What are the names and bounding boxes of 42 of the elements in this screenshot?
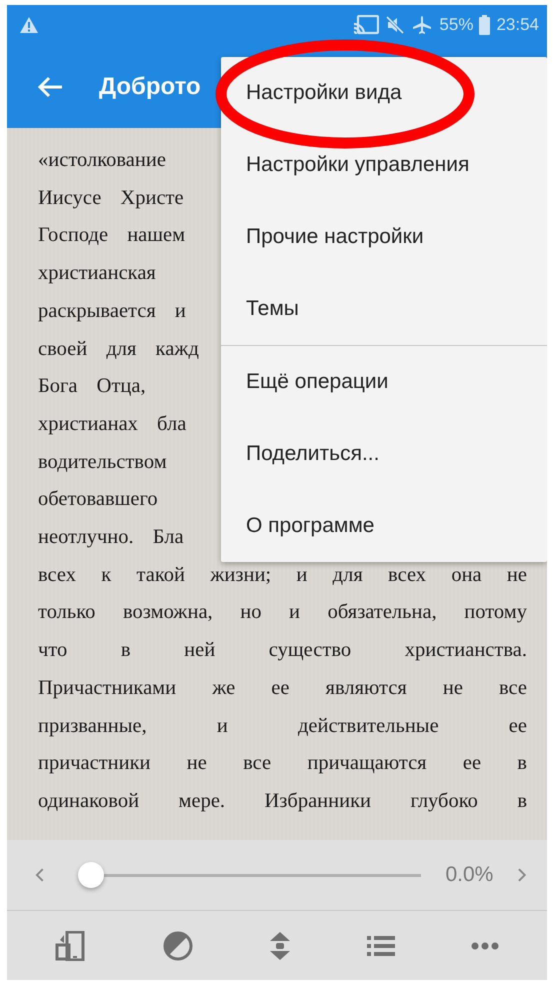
text-line: Господе нашем bbox=[38, 223, 186, 248]
text-line: «истолкование bbox=[38, 148, 166, 173]
contrast-icon[interactable] bbox=[163, 930, 193, 960]
text-line: раскрывается и bbox=[38, 298, 186, 324]
more-icon[interactable] bbox=[471, 942, 499, 950]
previous-chevron-icon[interactable] bbox=[35, 867, 45, 883]
text-line: христианская bbox=[38, 261, 156, 286]
cast-icon bbox=[353, 15, 380, 35]
menu-item[interactable]: Настройки управления bbox=[221, 129, 547, 201]
text-line: христианах бла bbox=[38, 412, 186, 437]
battery-icon bbox=[479, 15, 490, 35]
list-icon[interactable] bbox=[367, 934, 395, 956]
text-line: призванные, и действительные ее bbox=[38, 714, 527, 739]
next-chevron-icon[interactable] bbox=[517, 867, 527, 883]
text-line: неотлучно. Бла bbox=[38, 525, 184, 550]
vertical-arrows-icon[interactable] bbox=[269, 930, 291, 960]
slider-thumb[interactable] bbox=[78, 862, 104, 888]
text-line: Бога Отца, bbox=[38, 374, 146, 400]
warning-icon bbox=[19, 16, 39, 34]
menu-item[interactable]: Прочие настройки bbox=[221, 201, 547, 273]
back-arrow-icon[interactable] bbox=[37, 76, 63, 98]
text-line: Причастниками же ее являются не все bbox=[38, 676, 527, 701]
menu-item[interactable]: Ещё операции bbox=[221, 345, 547, 418]
text-line: всех к такой жизни; и для всех она не bbox=[38, 562, 527, 588]
text-line: Иисусе Христе bbox=[38, 186, 184, 211]
text-line: своей для кажд bbox=[38, 336, 199, 362]
battery-percent: 55% bbox=[439, 15, 474, 35]
menu-item[interactable]: Поделиться... bbox=[221, 418, 547, 490]
mute-icon bbox=[385, 15, 406, 35]
progress-percent: 0.0% bbox=[445, 863, 494, 887]
text-line: одинаковой мере. Избранники глубоко в bbox=[38, 788, 527, 814]
menu-item[interactable]: Темы bbox=[221, 273, 547, 345]
text-line: причастники не все причащаются ее в bbox=[38, 751, 527, 776]
menu-item[interactable]: О программе bbox=[221, 490, 547, 562]
book-title: Доброто bbox=[99, 72, 201, 100]
clock-time: 23:54 bbox=[496, 15, 539, 35]
text-line: что в ней существо христианства. bbox=[38, 638, 527, 664]
rotate-device-icon[interactable] bbox=[55, 930, 87, 960]
text-line: только возможна, но и обязательна, потому bbox=[38, 600, 527, 626]
text-line: водительством bbox=[38, 450, 167, 475]
text-line: обетовавшего bbox=[38, 487, 158, 512]
airplane-icon bbox=[411, 15, 434, 35]
